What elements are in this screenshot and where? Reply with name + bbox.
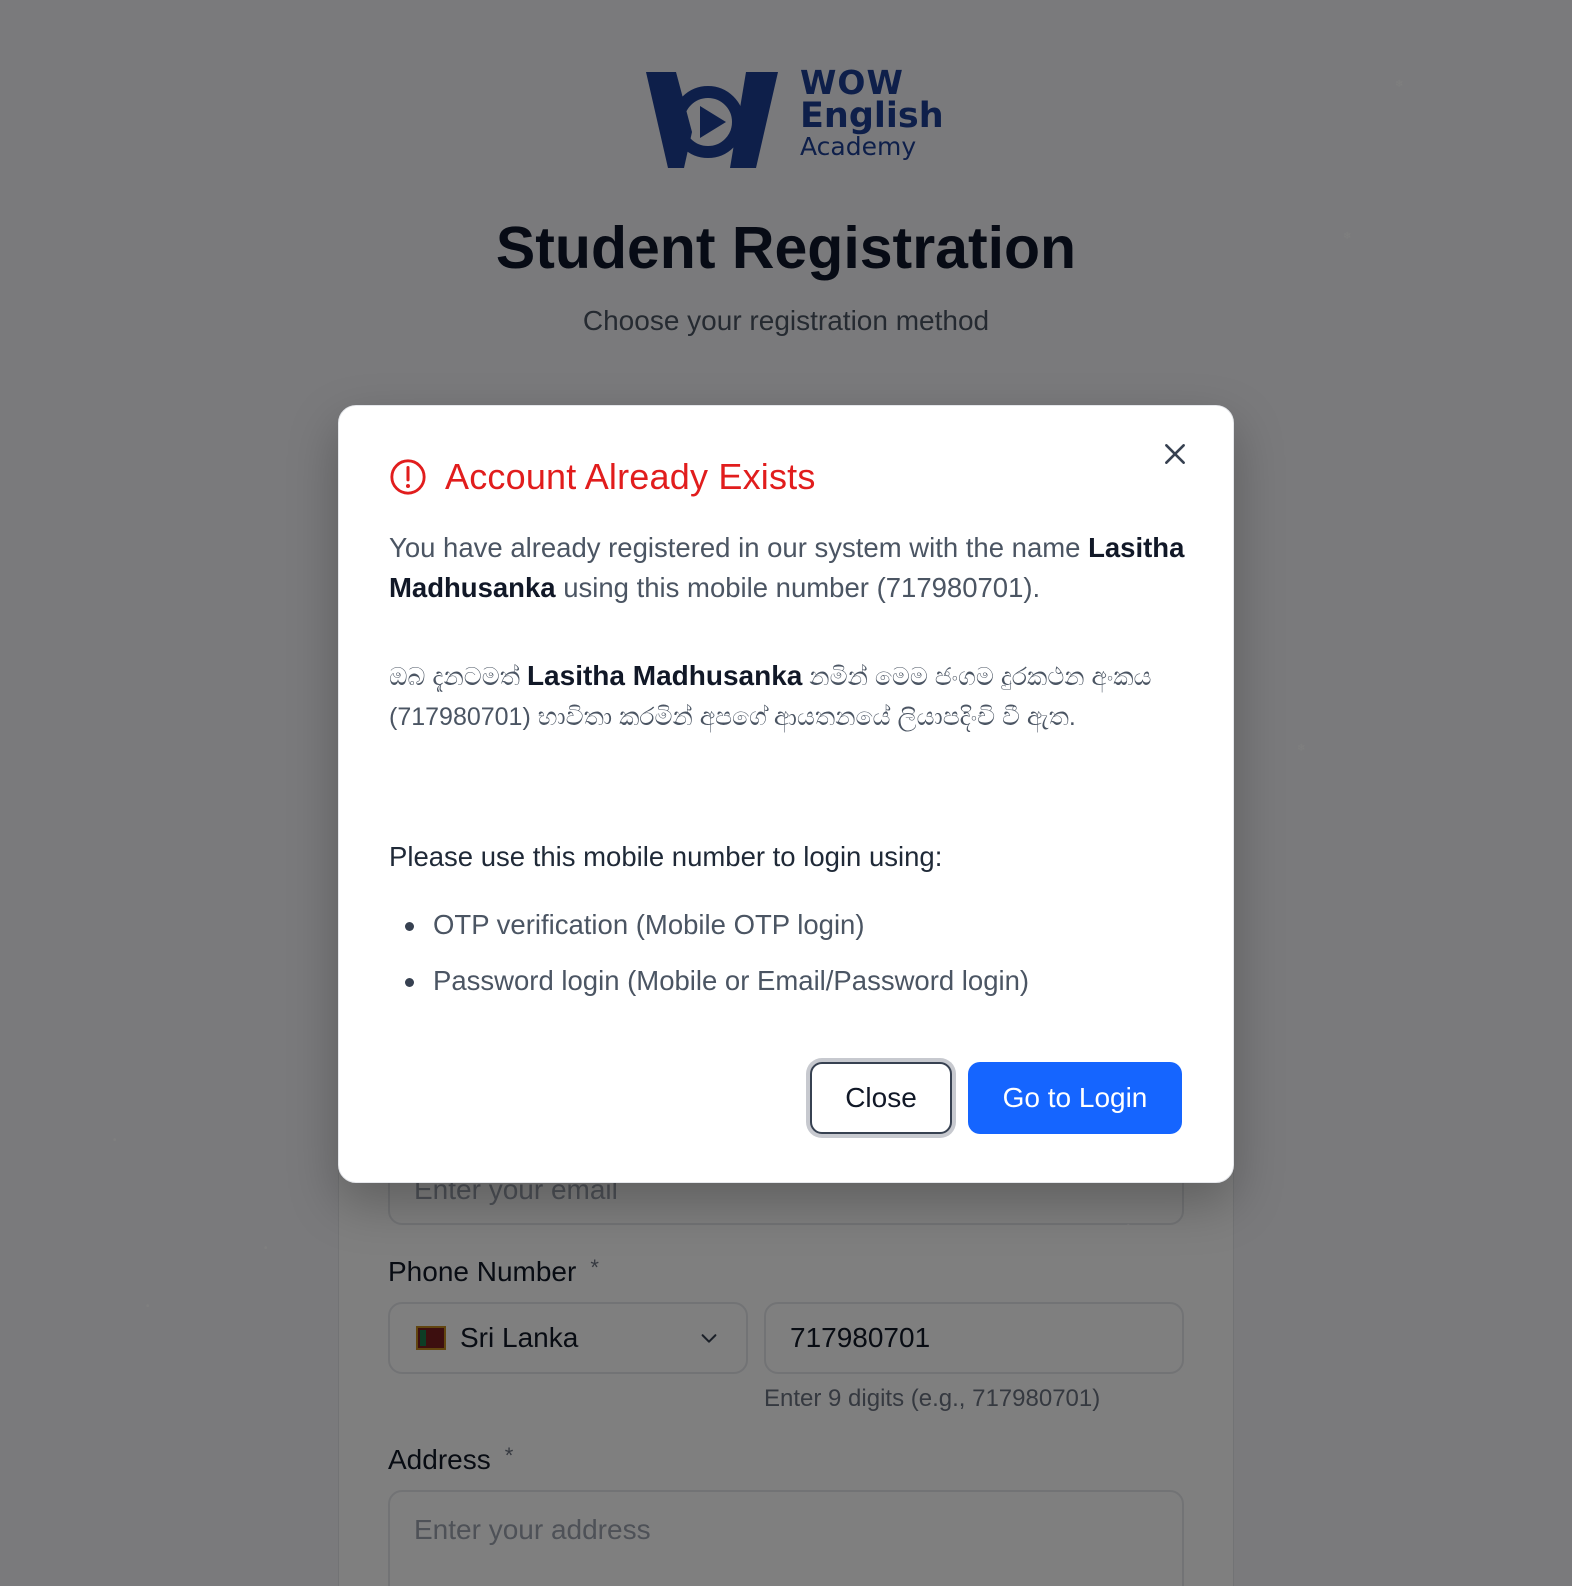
dialog-title: Account Already Exists (445, 456, 816, 497)
registered-name-si: Lasitha Madhusanka (526, 660, 803, 691)
go-to-login-button[interactable]: Go to Login (968, 1062, 1182, 1134)
close-icon[interactable] (1157, 436, 1193, 472)
alert-circle-icon (390, 459, 426, 495)
sinhala-message: ඔබ දැනටමත් Lasitha Madhusanka නමින් මෙම … (389, 656, 1189, 737)
list-item: OTP verification (Mobile OTP login) (389, 897, 1189, 953)
login-instruction: Please use this mobile number to login u… (389, 841, 943, 872)
sinhala-message-start: ඔබ දැනටමත් (389, 663, 527, 691)
dialog-header: Account Already Exists (389, 456, 816, 498)
english-message-end: using this mobile number (717980701). (555, 572, 1041, 603)
login-methods-list: OTP verification (Mobile OTP login) Pass… (389, 897, 1189, 1009)
english-message-start: You have already registered in our syste… (389, 532, 1089, 563)
dialog-body: You have already registered in our syste… (389, 528, 1189, 1009)
list-item: Password login (Mobile or Email/Password… (389, 953, 1189, 1009)
close-button[interactable]: Close (810, 1062, 952, 1134)
english-message: You have already registered in our syste… (389, 528, 1189, 608)
